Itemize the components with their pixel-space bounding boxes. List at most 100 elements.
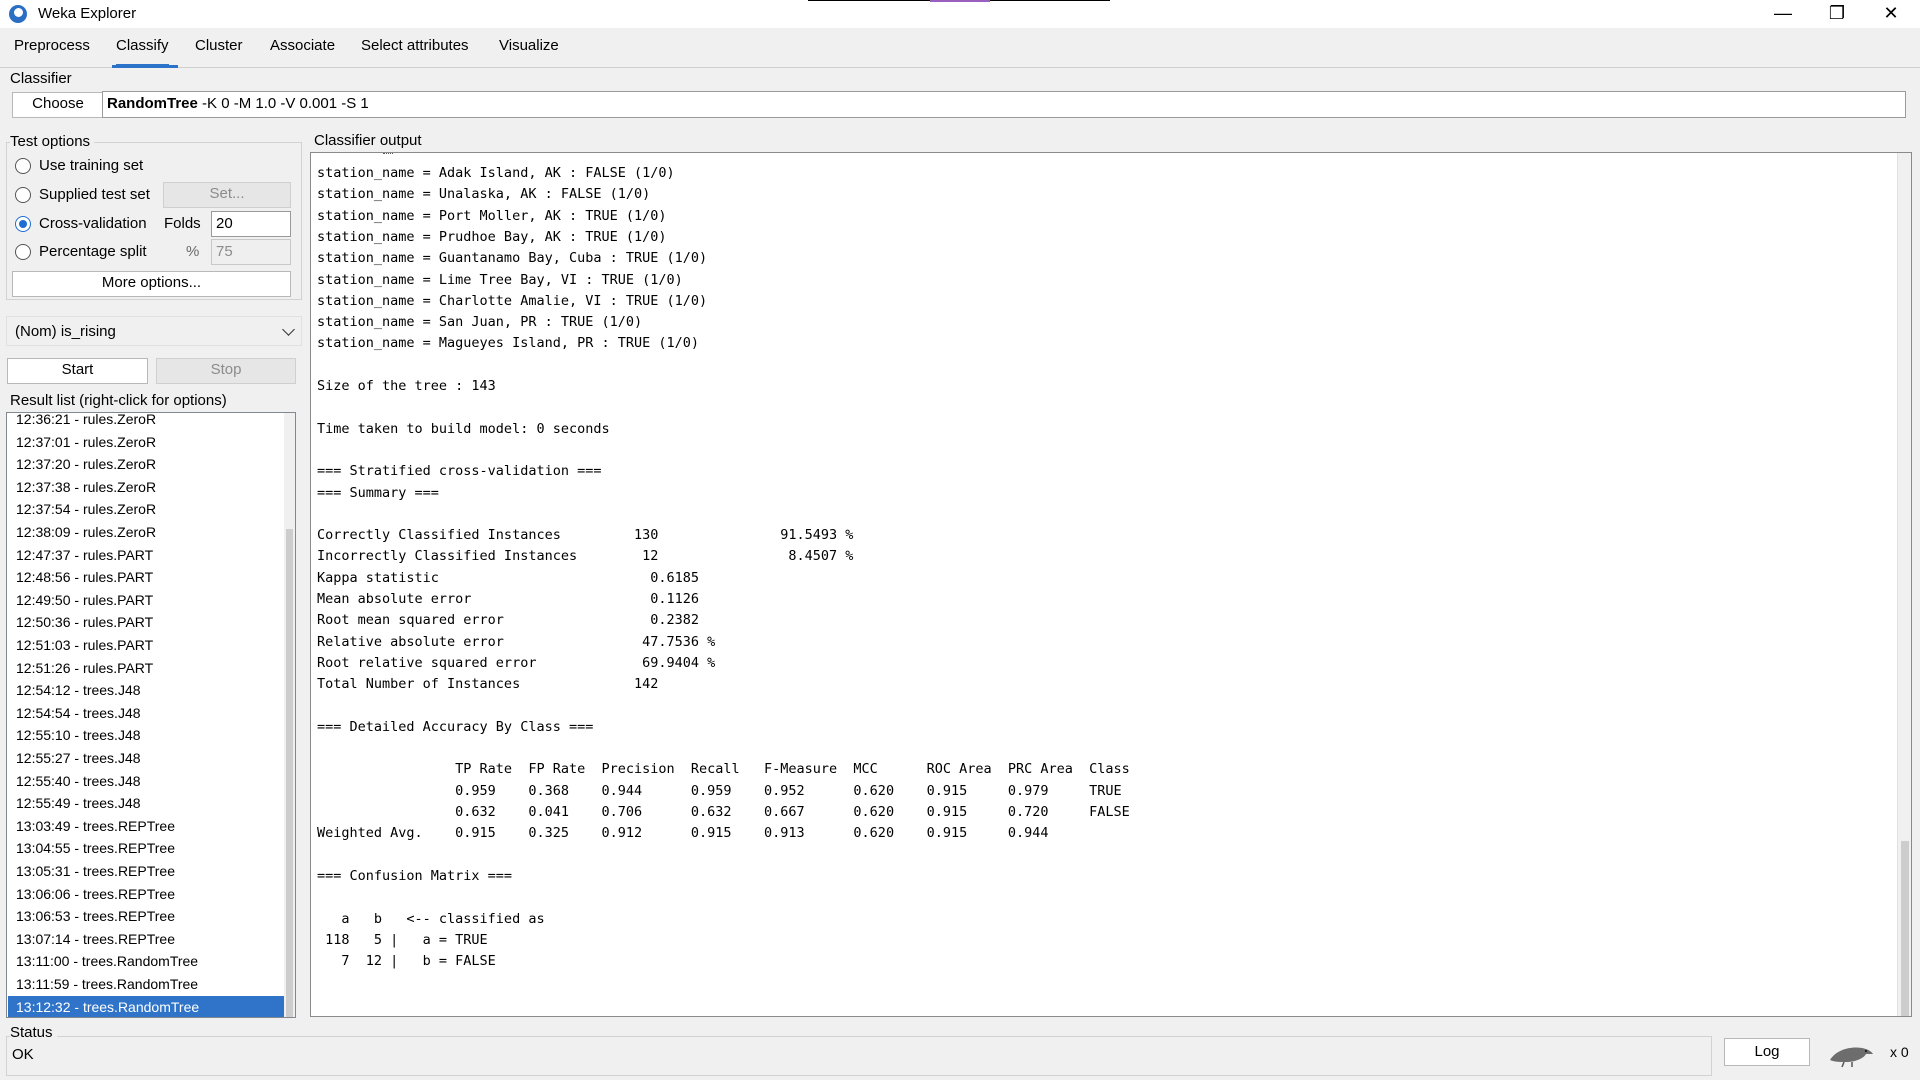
percentage-split-radio[interactable] — [15, 244, 31, 260]
result-list-item[interactable]: 12:49:50 - rules.PART — [8, 589, 284, 611]
clipped-text-fragment — [383, 153, 393, 155]
status-bar: Status OK Log x 0 — [0, 1022, 1920, 1080]
set-button[interactable]: Set... — [163, 182, 291, 208]
result-list-scroll-thumb[interactable] — [286, 529, 293, 1017]
tab-cluster[interactable]: Cluster — [195, 37, 243, 67]
tab-associate[interactable]: Associate — [270, 37, 335, 67]
main-tabs: Preprocess Classify Cluster Associate Se… — [0, 28, 1920, 68]
result-list-item[interactable]: 12:36:21 - rules.ZeroR — [8, 413, 284, 430]
result-list-item[interactable]: 13:03:49 - trees.REPTree — [8, 815, 284, 837]
result-list-item[interactable]: 12:55:10 - trees.J48 — [8, 724, 284, 746]
supplied-test-label: Supplied test set — [39, 186, 150, 203]
cross-validation-label: Cross-validation — [39, 215, 147, 232]
result-list-item[interactable]: 13:05:31 - trees.REPTree — [8, 860, 284, 882]
log-button[interactable]: Log — [1724, 1038, 1810, 1066]
supplied-test-radio[interactable] — [15, 187, 31, 203]
result-list-item[interactable]: 13:04:55 - trees.REPTree — [8, 837, 284, 859]
output-line: Total Number of Instances 142 — [317, 676, 659, 693]
output-line: Relative absolute error 47.7536 % — [317, 633, 716, 650]
result-list-item[interactable]: 12:55:49 - trees.J48 — [8, 792, 284, 814]
choose-button[interactable]: Choose — [12, 92, 104, 118]
result-list-item[interactable]: 12:55:40 - trees.J48 — [8, 770, 284, 792]
result-list-item[interactable]: 12:55:27 - trees.J48 — [8, 747, 284, 769]
output-line: station_name = Prudhoe Bay, AK : TRUE (1… — [317, 228, 667, 245]
output-line: === Confusion Matrix === — [317, 867, 513, 884]
classifier-group-label: Classifier — [10, 70, 72, 87]
tab-preprocess[interactable]: Preprocess — [14, 37, 90, 67]
output-line: === Summary === — [317, 484, 439, 501]
result-list-item[interactable]: 12:37:20 - rules.ZeroR — [8, 453, 284, 475]
weka-app-icon — [9, 5, 27, 23]
stop-button[interactable]: Stop — [156, 358, 296, 384]
output-line: station_name = Unalaska, AK : FALSE (1/0… — [317, 186, 651, 203]
result-list-item[interactable]: 12:48:56 - rules.PART — [8, 566, 284, 588]
output-line: Root mean squared error 0.2382 — [317, 612, 700, 629]
result-list[interactable]: 12:36:21 - rules.ZeroR 12:37:01 - rules.Z… — [6, 412, 296, 1018]
use-training-radio[interactable] — [15, 158, 31, 174]
classifier-output[interactable]: station_name = Adak Island, AK : FALSE (… — [310, 152, 1912, 1017]
start-button[interactable]: Start — [7, 358, 148, 384]
result-list-item[interactable]: 12:50:36 - rules.PART — [8, 611, 284, 633]
title-bar: Weka Explorer — ❐ ✕ — [0, 0, 1920, 28]
result-list-item[interactable]: 12:54:54 - trees.J48 — [8, 702, 284, 724]
output-line: Size of the tree : 143 — [317, 378, 496, 394]
window-title: Weka Explorer — [38, 5, 137, 22]
classifier-options: -K 0 -M 1.0 -V 0.001 -S 1 — [197, 95, 369, 112]
folds-input[interactable]: 20 — [211, 211, 291, 237]
close-button[interactable]: ✕ — [1864, 0, 1918, 28]
cross-validation-radio[interactable] — [15, 216, 31, 232]
result-list-item[interactable]: 13:06:06 - trees.REPTree — [8, 883, 284, 905]
output-scroll-thumb[interactable] — [1901, 841, 1909, 1016]
result-list-item[interactable]: 12:51:03 - rules.PART — [8, 634, 284, 656]
result-list-item[interactable]: 13:06:53 - trees.REPTree — [8, 905, 284, 927]
output-line: station_name = Port Moller, AK : TRUE (1… — [317, 207, 667, 224]
result-list-item[interactable]: 12:37:38 - rules.ZeroR — [8, 476, 284, 498]
percent-input[interactable]: 75 — [211, 239, 291, 265]
percentage-split-label: Percentage split — [39, 243, 147, 260]
output-line: 7 12 | b = FALSE — [317, 953, 496, 970]
tab-classify[interactable]: Classify — [116, 37, 169, 67]
class-attribute-value: (Nom) is_rising — [15, 323, 116, 340]
output-line: TP Rate FP Rate Precision Recall F-Measu… — [317, 761, 1130, 778]
result-list-item[interactable]: 13:07:14 - trees.REPTree — [8, 928, 284, 950]
percent-symbol: % — [186, 243, 200, 260]
output-scrollbar[interactable] — [1897, 153, 1911, 1016]
result-list-item[interactable]: 12:47:37 - rules.PART — [8, 544, 284, 566]
result-list-item[interactable]: 12:37:54 - rules.ZeroR — [8, 498, 284, 520]
result-list-item[interactable]: 13:12:32 - trees.RandomTree — [8, 995, 284, 1017]
weka-bird-icon[interactable] — [1826, 1040, 1876, 1068]
output-line: station_name = Magueyes Island, PR : TRU… — [317, 335, 700, 352]
output-line: Kappa statistic 0.6185 — [317, 569, 700, 586]
status-box — [6, 1036, 1712, 1076]
result-list-label: Result list (right-click for options) — [10, 392, 227, 409]
output-line: 0.632 0.041 0.706 0.632 0.667 0.620 0.91… — [317, 804, 1130, 820]
class-attribute-select[interactable]: (Nom) is_rising — [6, 316, 302, 346]
result-list-item[interactable]: 12:37:01 - rules.ZeroR — [8, 431, 284, 453]
classifier-spec-field[interactable]: RandomTree -K 0 -M 1.0 -V 0.001 -S 1 — [102, 91, 1906, 118]
output-line: 118 5 | a = TRUE — [317, 931, 488, 948]
result-list-item[interactable]: 13:11:59 - trees.RandomTree — [8, 973, 284, 995]
status-label: Status — [10, 1024, 57, 1041]
result-list-item[interactable]: 12:38:09 - rules.ZeroR — [8, 521, 284, 543]
output-line: Weighted Avg. 0.915 0.325 0.912 0.915 0.… — [317, 825, 1049, 842]
tab-visualize[interactable]: Visualize — [499, 37, 559, 67]
result-list-item[interactable]: 12:51:26 - rules.PART — [8, 657, 284, 679]
more-options-button[interactable]: More options... — [12, 271, 291, 297]
output-line: Time taken to build model: 0 seconds — [317, 420, 610, 437]
result-list-item[interactable]: 12:54:12 - trees.J48 — [8, 679, 284, 701]
chevron-down-icon — [282, 323, 295, 336]
result-list-scrollbar[interactable] — [284, 413, 295, 1017]
test-options-label: Test options — [10, 133, 95, 150]
output-line: === Stratified cross-validation === — [317, 463, 602, 480]
result-list-item[interactable]: 13:11:00 - trees.RandomTree — [8, 950, 284, 972]
minimize-button[interactable]: — — [1756, 0, 1810, 28]
output-line: station_name = Lime Tree Bay, VI : TRUE … — [317, 271, 683, 288]
classifier-name: RandomTree — [107, 95, 198, 112]
task-count: x 0 — [1890, 1044, 1909, 1060]
output-line: === Detailed Accuracy By Class === — [317, 718, 594, 735]
tab-select-attributes[interactable]: Select attributes — [361, 37, 469, 67]
use-training-label: Use training set — [39, 157, 144, 174]
restore-button[interactable]: ❐ — [1810, 0, 1864, 28]
classifier-output-label: Classifier output — [314, 132, 422, 149]
output-line: Root relative squared error 69.9404 % — [317, 654, 716, 671]
